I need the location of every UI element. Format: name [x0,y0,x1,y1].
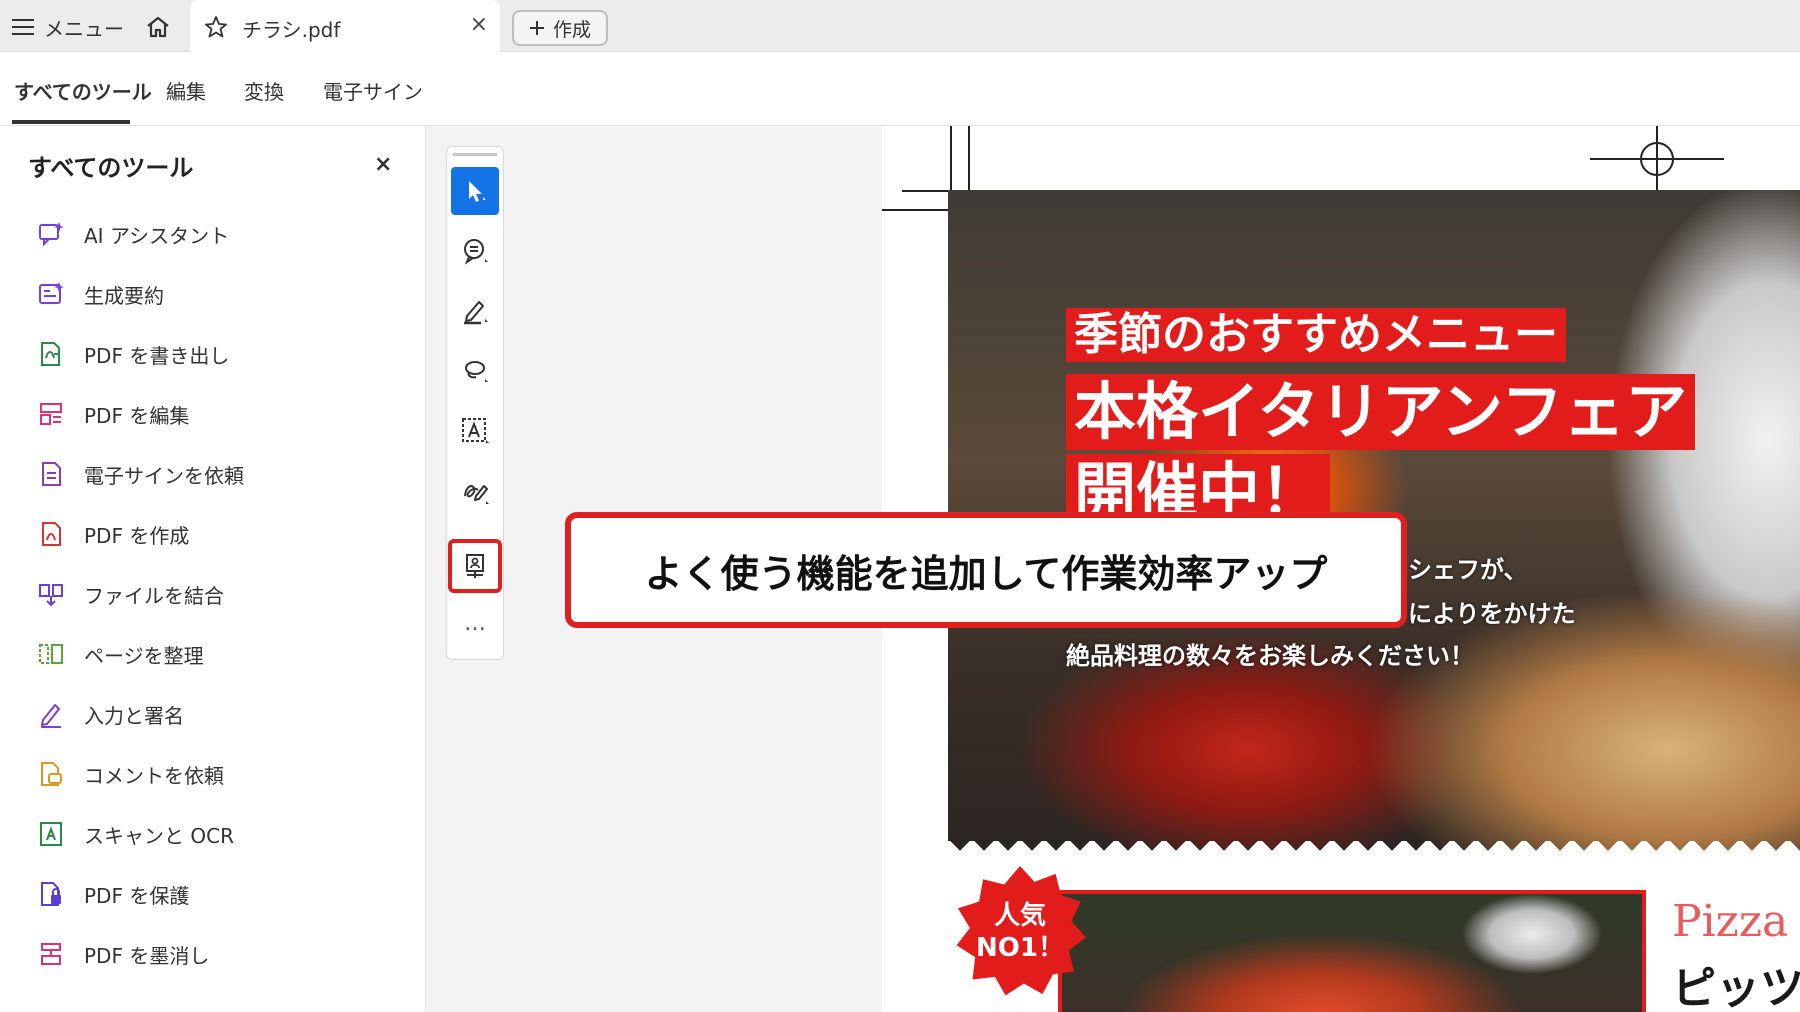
crop-mark [968,126,970,192]
tool-create-pdf[interactable]: PDF を作成 [36,514,189,554]
cursor-icon [469,181,486,202]
stamp-tool[interactable] [448,539,502,593]
flyer-text-effort: によりをかけた [1408,600,1576,628]
signature-icon [464,485,489,504]
stamp-icon [466,554,484,578]
callout-box: よく使う機能を追加して作業効率アップ [565,512,1407,628]
panel-title: すべてのツール [28,154,194,182]
edit-pdf-icon [36,399,66,429]
sign-tool[interactable] [451,467,499,515]
tool-label: コメントを依頼 [84,763,224,788]
tool-label: 生成要約 [84,283,164,308]
tool-generative-summary[interactable]: 生成要約 [36,274,164,314]
close-icon[interactable]: × [470,12,488,37]
hamburger-icon [12,19,34,35]
tool-label: PDF を保護 [84,883,190,908]
protect-pdf-icon [36,879,66,909]
tool-label: PDF を墨消し [84,943,210,968]
pen-icon [464,301,488,325]
organize-pages-icon [36,639,66,669]
title-bar: メニュー チラシ.pdf × 作成 [0,0,1800,52]
tool-tabs: すべてのツール 編集 変換 電子サイン [0,52,1800,126]
menu-button[interactable]: メニュー [12,12,124,42]
drag-handle[interactable] [453,153,497,159]
plus-icon [529,21,544,35]
tool-label: 入力と署名 [84,703,184,728]
home-button[interactable] [142,11,174,43]
tool-redact-pdf[interactable]: PDF を墨消し [36,934,209,974]
scan-ocr-icon [36,819,66,849]
tool-label: ファイルを結合 [84,583,224,608]
crop-mark [882,209,952,211]
create-pdf-icon [36,519,66,549]
tool-fill-sign[interactable]: 入力と署名 [36,694,184,734]
all-tools-panel: すべてのツール × AI アシスタント 生成要約 PDF を書き出し PDF を… [0,126,426,1012]
tool-export-pdf[interactable]: PDF を書き出し [36,334,229,374]
badge-line2: NO1！ [976,933,1064,963]
tool-organize-pages[interactable]: ページを整理 [36,634,204,674]
text-select-icon [462,418,489,443]
combine-files-icon [36,579,66,609]
tab-esign[interactable]: 電子サイン [323,76,423,105]
crop-mark [950,126,952,196]
quick-tools-strip: … [446,146,504,660]
comment-icon [464,239,488,265]
tool-request-esign[interactable]: 電子サインを依頼 [36,454,244,494]
registration-mark-line [1656,126,1658,190]
callout-text: よく使う機能を追加して作業効率アップ [644,551,1328,596]
active-tab-indicator [12,120,130,124]
export-pdf-icon [36,339,66,369]
home-icon [147,16,169,38]
flyer-label-fair: 本格イタリアンフェア [1066,374,1696,450]
flyer-text-enjoy: 絶品料理の数々をお楽しみください！ [1066,642,1474,670]
tab-title: チラシ.pdf [242,18,341,42]
highlight-tool[interactable] [451,287,499,335]
pizza-heading: Pizza [1672,896,1789,947]
create-button[interactable]: 作成 [512,10,608,46]
request-comments-icon [36,759,66,789]
tool-label: PDF を書き出し [84,343,230,368]
tool-scan-ocr[interactable]: スキャンと OCR [36,814,234,854]
tool-request-comments[interactable]: コメントを依頼 [36,754,224,794]
flyer-label-seasonal: 季節のおすすめメニュー [1066,308,1566,362]
panel-close-icon[interactable]: × [374,152,392,177]
tool-edit-pdf[interactable]: PDF を編集 [36,394,189,434]
tab-edit[interactable]: 編集 [166,76,206,105]
tool-label: 電子サインを依頼 [84,463,244,488]
tab-all-tools[interactable]: すべてのツール [14,76,152,105]
generative-summary-icon [36,279,66,309]
fill-sign-icon [36,699,66,729]
text-recognition-tool[interactable] [451,407,499,455]
pizza-photo [1058,890,1646,1012]
flyer-text-chef: シェフが、 [1408,556,1528,584]
star-icon[interactable] [204,15,228,39]
tool-label: PDF を編集 [84,403,190,428]
more-tools-button[interactable]: … [447,611,503,636]
lasso-icon [465,361,488,382]
select-tool[interactable] [451,167,499,215]
request-esign-icon [36,459,66,489]
create-label: 作成 [552,18,591,41]
tool-label: ページを整理 [84,643,204,668]
tab-convert[interactable]: 変換 [244,76,284,105]
redact-pdf-icon [36,939,66,969]
ai-assistant-icon [36,219,66,249]
tool-label: スキャンと OCR [84,823,234,848]
badge-line1: 人気 [993,901,1046,931]
menu-label: メニュー [44,16,124,41]
draw-tool[interactable] [451,347,499,395]
tool-label: AI アシスタント [84,223,230,248]
comment-tool[interactable] [451,227,499,275]
tool-label: PDF を作成 [84,523,190,548]
pizza-heading-jp: ピッツ [1672,963,1800,1012]
tool-combine-files[interactable]: ファイルを結合 [36,574,224,614]
document-tab[interactable]: チラシ.pdf × [190,0,500,52]
tool-protect-pdf[interactable]: PDF を保護 [36,874,189,914]
tool-ai-assistant[interactable]: AI アシスタント [36,214,229,254]
